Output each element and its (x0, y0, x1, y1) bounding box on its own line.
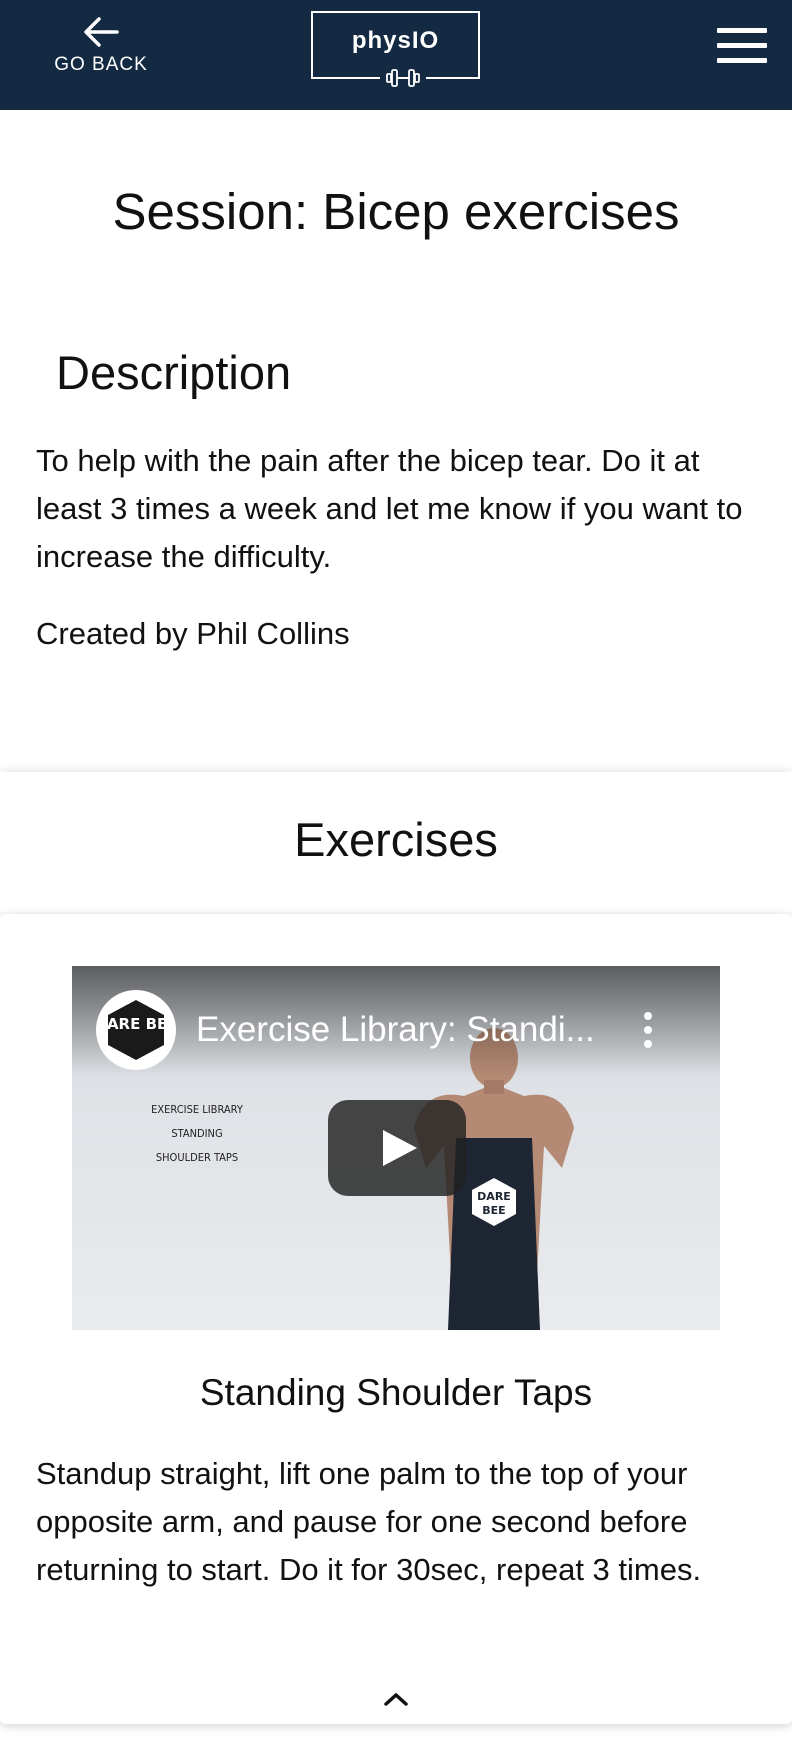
video-overlay-text: EXERCISE LIBRARY STANDING SHOULDER TAPS (151, 1103, 243, 1164)
exercise-description: Standup straight, lift one palm to the t… (36, 1456, 702, 1587)
exercises-heading: Exercises (294, 813, 498, 866)
more-vertical-icon[interactable] (638, 1010, 658, 1050)
svg-text:DARE BEE: DARE BEE (104, 1015, 168, 1033)
play-button[interactable] (328, 1100, 466, 1196)
chevron-up-icon[interactable] (381, 1689, 411, 1709)
video-title[interactable]: Exercise Library: Standi... (196, 1010, 595, 1050)
top-navigation-bar: GO BACK physIO (0, 0, 792, 110)
channel-avatar[interactable]: DARE BEE (96, 990, 176, 1070)
page-title: Session: Bicep exercises (112, 183, 680, 240)
exercise-card: EXERCISE LIBRARY STANDING SHOULDER TAPS … (0, 914, 792, 1724)
created-by-text: Created by Phil Collins (36, 616, 350, 651)
description-heading: Description (56, 346, 292, 399)
exercise-video-player[interactable]: EXERCISE LIBRARY STANDING SHOULDER TAPS … (72, 966, 720, 1330)
arrow-left-icon (84, 17, 119, 47)
dumbbell-icon (380, 67, 426, 94)
hamburger-menu-icon[interactable] (717, 28, 767, 66)
exercises-section: Exercises (0, 772, 792, 912)
go-back-label: GO BACK (54, 54, 148, 75)
description-text: To help with the pain after the bicep te… (36, 443, 743, 574)
go-back-button[interactable]: GO BACK (40, 14, 162, 94)
svg-text:DARE: DARE (477, 1190, 511, 1203)
app-logo[interactable]: physIO (311, 11, 480, 94)
logo-text: physIO (351, 27, 440, 54)
exercise-name: Standing Shoulder Taps (199, 1372, 593, 1413)
svg-text:BEE: BEE (482, 1204, 505, 1217)
play-icon (383, 1130, 417, 1166)
darebee-logo-icon: DARE BEE (104, 1000, 168, 1060)
